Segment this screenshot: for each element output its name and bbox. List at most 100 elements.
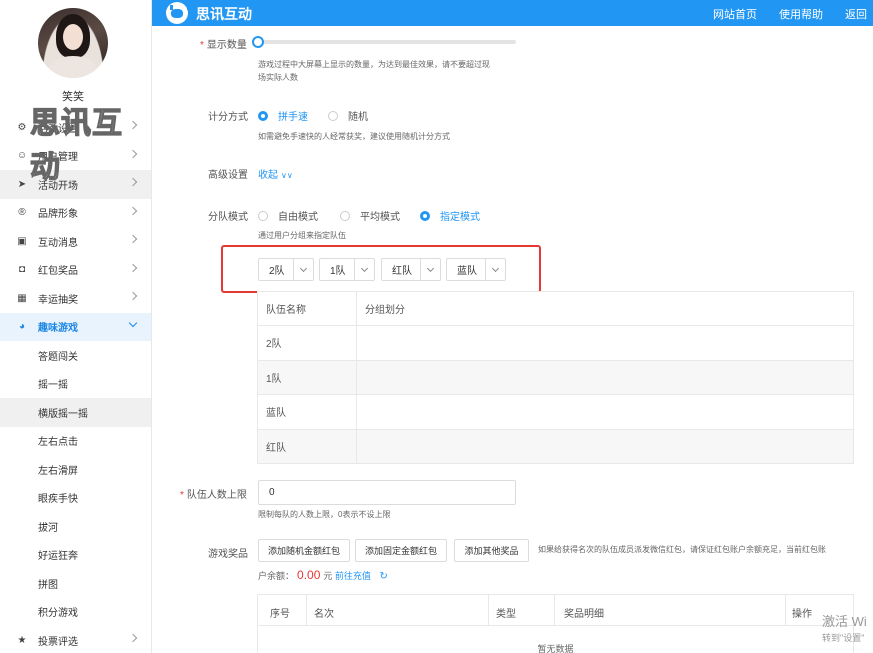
nav-help-link[interactable]: 使用帮助 bbox=[779, 6, 823, 22]
team-select-4[interactable]: 蓝队 bbox=[446, 258, 506, 281]
sidebar-item-label: 红包奖品 bbox=[38, 266, 78, 278]
add-other-prize-button[interactable]: 添加其他奖品 bbox=[454, 539, 529, 562]
add-random-red-packet-button[interactable]: 添加随机金额红包 bbox=[258, 539, 350, 562]
logo-text: 思讯互动 bbox=[196, 6, 252, 22]
sidebar-item-activity-settings[interactable]: ⚙ 活动设置 bbox=[0, 113, 151, 142]
team-mode-free[interactable]: 自由模式 bbox=[258, 208, 318, 223]
registered-icon: ® bbox=[18, 207, 26, 219]
sidebar-item-label: 活动设置 bbox=[38, 123, 78, 135]
sidebar-subitem-left-right-swipe[interactable]: 左右滑屏 bbox=[0, 455, 151, 484]
top-header: 思讯互动 网站首页 使用帮助 返回 bbox=[152, 0, 873, 26]
radio-unchecked-icon bbox=[340, 210, 350, 221]
team-mode-average[interactable]: 平均模式 bbox=[340, 208, 400, 223]
sidebar-item-label: 趣味游戏 bbox=[38, 323, 78, 335]
chevron-down-icon bbox=[354, 259, 374, 280]
team-mode-specified[interactable]: 指定模式 bbox=[420, 208, 480, 223]
chevron-right-icon bbox=[128, 149, 138, 158]
tiger-logo-icon bbox=[166, 2, 190, 24]
sidebar-subitem-tug-of-war[interactable]: 拔河 bbox=[0, 512, 151, 541]
team-mode-label: 分队模式 bbox=[208, 212, 248, 223]
sidebar-item-messages[interactable]: ▣ 互动消息 bbox=[0, 227, 151, 256]
team-limit-input[interactable]: 0 bbox=[258, 480, 516, 505]
table-row: 2队 bbox=[257, 325, 854, 361]
double-chevron-icon: ∨∨ bbox=[281, 171, 293, 180]
prizes-label: 游戏奖品 bbox=[208, 549, 248, 560]
sidebar-subitem-points-game[interactable]: 积分游戏 bbox=[0, 598, 151, 627]
sidebar-menu: ⚙ 活动设置 ☺ 用户管理 ➤ 活动开场 ® 品牌形象 ▣ 互动消息 ◘ 红包奖… bbox=[0, 113, 151, 653]
add-fixed-red-packet-button[interactable]: 添加固定金额红包 bbox=[355, 539, 447, 562]
chevron-right-icon bbox=[128, 206, 138, 215]
chevron-down-icon bbox=[128, 318, 138, 327]
star-icon: ★ bbox=[17, 634, 27, 646]
nav-back-link[interactable]: 返回 bbox=[845, 6, 867, 22]
scoring-option-random[interactable]: 随机 bbox=[328, 108, 368, 123]
refresh-icon[interactable]: ↻ bbox=[379, 571, 387, 582]
chevron-right-icon bbox=[128, 291, 138, 301]
sidebar-subitem-lucky-run[interactable]: 好运狂奔 bbox=[0, 541, 151, 570]
sidebar-subitem-quick-eye[interactable]: 眼疾手快 bbox=[0, 484, 151, 513]
sidebar: 笑笑 思讯互动 ⚙ 活动设置 ☺ 用户管理 ➤ 活动开场 ® 品牌形象 ▣ 互动… bbox=[0, 0, 152, 653]
lottery-icon: ▦ bbox=[17, 292, 27, 304]
display-count-hint-2: 场实际人数 bbox=[258, 73, 298, 82]
avatar[interactable] bbox=[38, 8, 108, 78]
display-count-slider-track[interactable] bbox=[260, 40, 516, 44]
sidebar-subitem-left-right-tap[interactable]: 左右点击 bbox=[0, 427, 151, 456]
sidebar-item-label: 用户管理 bbox=[38, 152, 78, 164]
scoring-hint: 如需避免手速快的人经常获奖，建议使用随机计分方式 bbox=[258, 132, 450, 141]
top-nav: 网站首页 使用帮助 返回 bbox=[713, 6, 867, 22]
sidebar-item-user-management[interactable]: ☺ 用户管理 bbox=[0, 142, 151, 171]
table-row: 蓝队 bbox=[257, 394, 854, 430]
chevron-down-icon bbox=[485, 259, 505, 280]
chevron-right-icon bbox=[128, 263, 138, 272]
chat-icon: ▣ bbox=[17, 235, 27, 247]
sidebar-item-fun-games[interactable]: ◕ 趣味游戏 bbox=[0, 312, 151, 341]
table-row: 1队 bbox=[257, 360, 854, 395]
user-name: 笑笑 bbox=[62, 91, 84, 103]
sidebar-item-label: 活动开场 bbox=[38, 180, 78, 192]
chevron-right-icon bbox=[128, 633, 138, 643]
group-cell[interactable] bbox=[356, 325, 854, 361]
chevron-right-icon bbox=[128, 120, 138, 130]
sidebar-subitem-shake[interactable]: 摇一摇 bbox=[0, 370, 151, 399]
sidebar-item-voting[interactable]: ★ 投票评选 bbox=[0, 626, 151, 653]
team-mode-hint: 通过用户分组来指定队伍 bbox=[258, 231, 346, 240]
table-row: 红队 bbox=[257, 429, 854, 464]
chevron-right-icon bbox=[128, 177, 138, 187]
chevron-down-icon bbox=[420, 259, 440, 280]
group-cell[interactable] bbox=[356, 429, 854, 464]
team-select-3[interactable]: 红队 bbox=[381, 258, 441, 281]
prizes-hint: 如果给获得名次的队伍成员派发微信红包，请保证红包账户余额充足，当前红包账 bbox=[538, 545, 826, 554]
group-cell[interactable] bbox=[356, 360, 854, 395]
recharge-link[interactable]: 前往充值 bbox=[335, 571, 371, 581]
team-limit-hint: 限制每队的人数上限，0表示不设上限 bbox=[258, 510, 391, 519]
display-count-hint-1: 游戏过程中大屏幕上显示的数量，为达到最佳效果，请不要超过现 bbox=[258, 60, 490, 69]
chevron-right-icon bbox=[128, 234, 138, 244]
sidebar-item-label: 品牌形象 bbox=[38, 209, 78, 221]
nav-home-link[interactable]: 网站首页 bbox=[713, 6, 757, 22]
team-select-1[interactable]: 2队 bbox=[258, 258, 314, 281]
empty-state-text: 暂无数据 bbox=[537, 644, 574, 653]
radio-unchecked-icon bbox=[258, 210, 268, 221]
windows-activation-text: 激活 Wi bbox=[822, 614, 867, 629]
team-select-2[interactable]: 1队 bbox=[319, 258, 375, 281]
sidebar-item-brand[interactable]: ® 品牌形象 bbox=[0, 199, 151, 228]
pacman-icon: ◕ bbox=[18, 321, 26, 333]
table-header-row: 队伍名称 分组划分 bbox=[257, 291, 854, 326]
group-cell[interactable] bbox=[356, 394, 854, 430]
table-header-group: 分组划分 bbox=[356, 291, 854, 326]
chevron-down-icon bbox=[293, 259, 313, 280]
sidebar-item-red-packets[interactable]: ◘ 红包奖品 bbox=[0, 256, 151, 285]
prize-table-header: 序号 名次 类型 奖品明细 操作 bbox=[258, 595, 853, 626]
sidebar-subitem-horizontal-shake[interactable]: 横版摇一摇 bbox=[0, 398, 151, 427]
sidebar-subitem-quiz[interactable]: 答题闯关 bbox=[0, 341, 151, 370]
advanced-collapse-link[interactable]: 收起 ∨∨ bbox=[258, 166, 293, 181]
radio-checked-icon bbox=[258, 110, 268, 121]
sidebar-subitem-puzzle[interactable]: 拼图 bbox=[0, 569, 151, 598]
sidebar-item-label: 幸运抽奖 bbox=[38, 294, 78, 306]
display-count-slider-handle[interactable] bbox=[252, 36, 264, 48]
paper-plane-icon: ➤ bbox=[17, 178, 27, 190]
sidebar-item-lottery[interactable]: ▦ 幸运抽奖 bbox=[0, 284, 151, 313]
scoring-option-speed[interactable]: 拼手速 bbox=[258, 108, 308, 123]
windows-activation-subtext: 转到"设置" bbox=[822, 633, 865, 643]
sidebar-item-activity-opening[interactable]: ➤ 活动开场 bbox=[0, 170, 151, 199]
